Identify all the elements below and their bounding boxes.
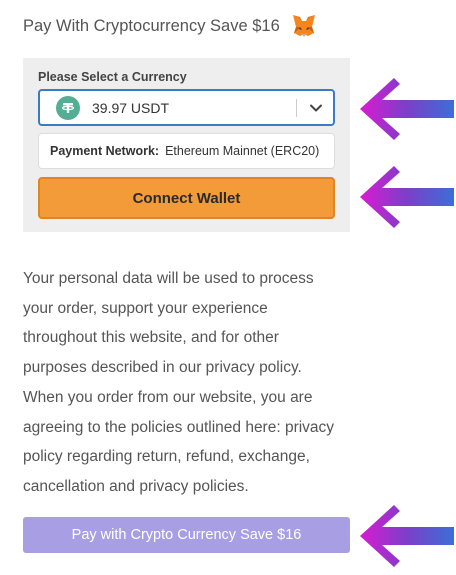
pay-with-crypto-button[interactable]: Pay with Crypto Currency Save $16 [23,517,350,553]
policy-line: Your personal data will be used to proce… [23,270,314,287]
policy-line: your order, support your experience [23,299,268,317]
chevron-down-icon[interactable] [309,101,323,115]
policy-line: throughout this website, and for other [23,329,279,347]
policy-line: policy regarding return, refund, exchang… [23,448,310,466]
header: Pay With Cryptocurrency Save $16 [23,13,317,39]
connect-wallet-button[interactable]: Connect Wallet [38,177,335,219]
annotation-arrow-icon [360,505,454,567]
annotation-arrow-icon [360,166,454,228]
policy-line: cancellation and privacy policies. [23,477,249,495]
select-divider [296,99,297,117]
metamask-fox-icon [291,13,317,39]
policy-line: purposes described in our privacy policy… [23,359,302,377]
tether-icon [56,95,80,120]
policy-line: agreeing to the policies outlined here: … [23,418,335,436]
payment-network-value: Ethereum Mainnet (ERC20) [165,144,320,158]
page-title: Pay With Cryptocurrency Save $16 [23,16,280,35]
currency-select-label: Please Select a Currency [38,70,187,84]
currency-select[interactable]: 39.97 USDT [38,89,335,126]
payment-network-field: Payment Network: Ethereum Mainnet (ERC20… [38,133,335,169]
currency-select-value: 39.97 USDT [92,99,170,116]
crypto-payment-panel: Please Select a Currency 39.97 USDT Paym… [23,58,350,232]
policy-line: When you order from our website, you are [23,388,313,406]
payment-network-label: Payment Network: [50,144,160,158]
privacy-policy-text: Your personal data will be used to proce… [23,264,353,502]
annotation-arrow-icon [360,78,454,140]
